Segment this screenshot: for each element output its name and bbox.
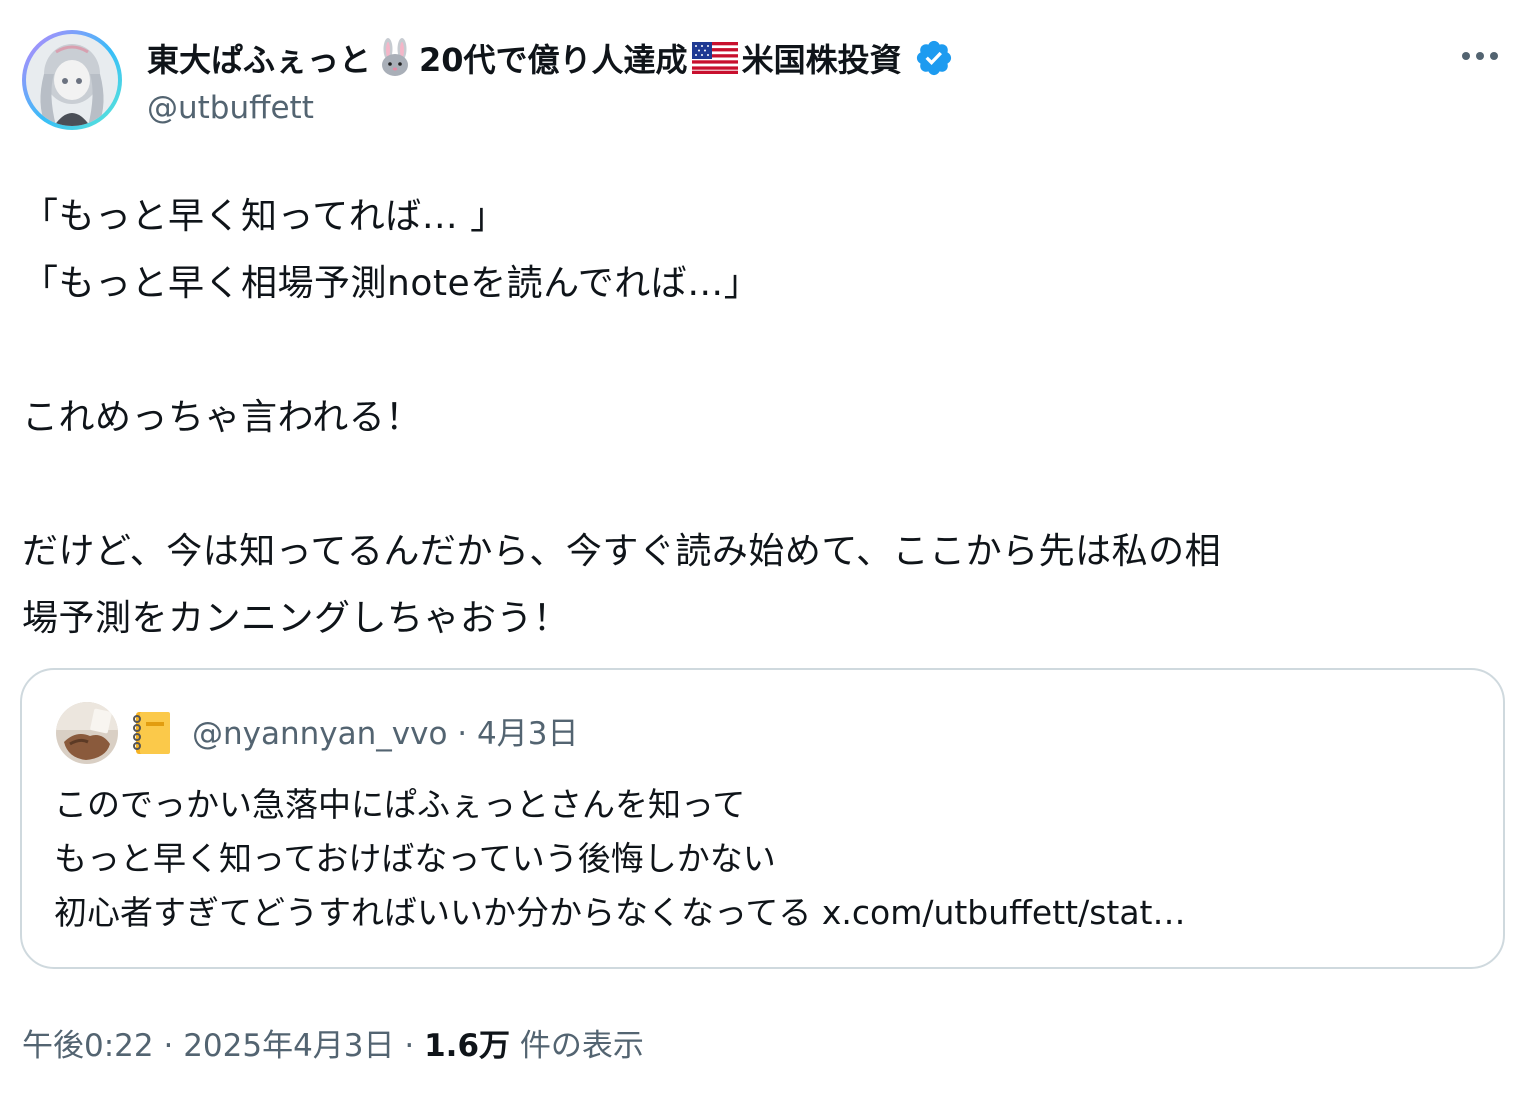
more-options-button[interactable]: [1452, 36, 1508, 76]
quote-line: このでっかい急落中にぱふぇっとさんを知って: [54, 785, 746, 824]
tweet-date[interactable]: 2025年4月3日: [183, 1028, 394, 1064]
us-flag-emoji-icon: [691, 42, 738, 74]
ellipsis-icon: [1462, 52, 1498, 60]
author-avatar-image: [26, 34, 118, 126]
tweet-line: だけど、今は知ってるんだから、今すぐ読み始めて、ここから先は私の相: [22, 531, 1222, 572]
quote-author-handle[interactable]: @nyannyan_vvo: [192, 716, 447, 752]
tweet-line: 場予測をカンニングしちゃおう！: [22, 598, 570, 639]
quote-date[interactable]: 4月3日: [477, 716, 578, 752]
tweet-line: これめっちゃ言われる！: [22, 397, 422, 438]
author-name-part3: 米国株投資: [741, 41, 902, 79]
author-name-part1: 東大ぱふぇっと: [147, 41, 372, 79]
views-label: 件の表示: [510, 1028, 644, 1064]
quote-tweet-card[interactable]: @nyannyan_vvo · 4月3日 このでっかい急落中にぱふぇっとさんを知…: [20, 668, 1505, 969]
footer-separator: ·: [153, 1028, 184, 1064]
quote-author-avatar[interactable]: [56, 702, 118, 764]
tweet-footer: 午後0:22 · 2025年4月3日 · 1.6万 件の表示: [22, 1020, 644, 1065]
notebook-emoji-icon: [130, 710, 174, 760]
tweet-line: [22, 451, 1512, 518]
quote-meta-separator: ·: [447, 716, 477, 752]
quote-line: もっと早く知っておけばなっていう後悔しかない: [54, 839, 776, 878]
rabbit-emoji-icon: [375, 38, 415, 78]
tweet-line: 「もっと早く知ってれば… 」: [22, 196, 507, 237]
author-name-part2: 20代で億り人達成: [419, 41, 688, 79]
quote-line: 初心者すぎてどうすればいいか分からなくなってる x.com/utbuffett/…: [54, 893, 1186, 932]
verified-badge-icon[interactable]: [914, 38, 954, 78]
author-name[interactable]: 東大ぱふぇっと 20代で億り人達成 米国株投資: [147, 34, 954, 82]
tweet-line: 「もっと早く相場予測noteを読んでれば…」: [22, 263, 761, 304]
views-count[interactable]: 1.6万: [424, 1028, 510, 1064]
quote-text: このでっかい急落中にぱふぇっとさんを知って もっと早く知っておけばなっていう後悔…: [54, 778, 1186, 940]
tweet-text: 「もっと早く知ってれば… 」 「もっと早く相場予測noteを読んでれば…」 これ…: [22, 183, 1512, 652]
author-handle[interactable]: @utbuffett: [147, 90, 314, 126]
tweet-time[interactable]: 午後0:22: [22, 1028, 154, 1064]
author-avatar[interactable]: [22, 30, 122, 130]
footer-separator: ·: [394, 1028, 425, 1064]
quote-meta: @nyannyan_vvo · 4月3日: [192, 708, 578, 753]
tweet-line: [22, 317, 1512, 384]
